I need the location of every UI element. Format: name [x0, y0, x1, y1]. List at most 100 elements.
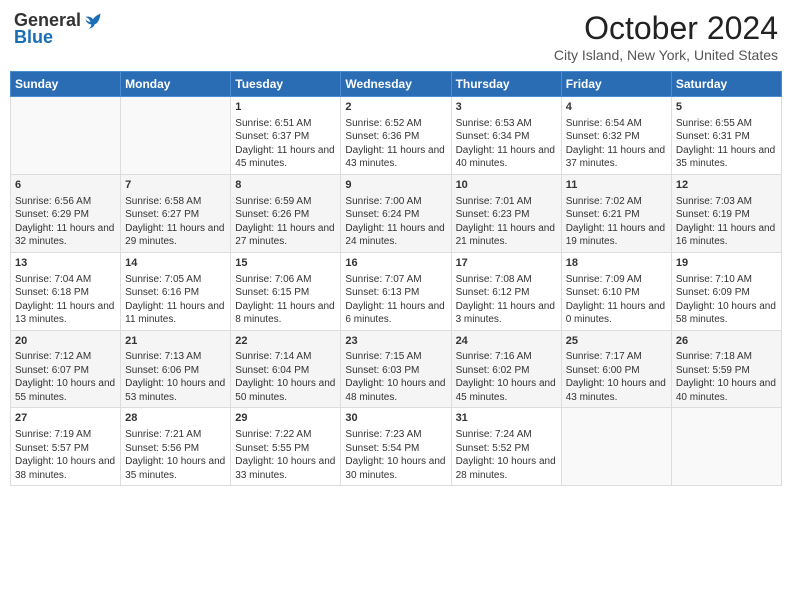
daylight-text: Daylight: 11 hours and 13 minutes. [15, 301, 114, 326]
sunrise-text: Sunrise: 7:17 AM [566, 351, 642, 362]
page-header: General Blue October 2024 City Island, N… [10, 10, 782, 63]
day-number: 23 [345, 334, 446, 349]
sunset-text: Sunset: 6:21 PM [566, 209, 640, 220]
day-number: 4 [566, 100, 667, 115]
sunrise-text: Sunrise: 7:14 AM [235, 351, 311, 362]
day-header-friday: Friday [561, 72, 671, 97]
sunset-text: Sunset: 6:15 PM [235, 287, 309, 298]
day-number: 12 [676, 178, 777, 193]
sunrise-text: Sunrise: 7:13 AM [125, 351, 201, 362]
sunrise-text: Sunrise: 7:03 AM [676, 196, 752, 207]
day-number: 2 [345, 100, 446, 115]
calendar-cell: 17Sunrise: 7:08 AMSunset: 6:12 PMDayligh… [451, 252, 561, 330]
day-number: 15 [235, 256, 336, 271]
day-number: 21 [125, 334, 226, 349]
day-number: 17 [456, 256, 557, 271]
daylight-text: Daylight: 11 hours and 37 minutes. [566, 145, 665, 170]
sunrise-text: Sunrise: 7:01 AM [456, 196, 532, 207]
daylight-text: Daylight: 11 hours and 21 minutes. [456, 223, 555, 248]
calendar-cell: 21Sunrise: 7:13 AMSunset: 6:06 PMDayligh… [121, 330, 231, 408]
day-header-monday: Monday [121, 72, 231, 97]
sunrise-text: Sunrise: 7:10 AM [676, 274, 752, 285]
sunset-text: Sunset: 6:16 PM [125, 287, 199, 298]
day-number: 20 [15, 334, 116, 349]
day-header-wednesday: Wednesday [341, 72, 451, 97]
sunrise-text: Sunrise: 6:56 AM [15, 196, 91, 207]
sunset-text: Sunset: 6:02 PM [456, 365, 530, 376]
day-number: 29 [235, 411, 336, 426]
calendar-cell [561, 408, 671, 486]
sunset-text: Sunset: 6:29 PM [15, 209, 89, 220]
sunset-text: Sunset: 6:06 PM [125, 365, 199, 376]
sunset-text: Sunset: 6:36 PM [345, 131, 419, 142]
calendar-week-row: 27Sunrise: 7:19 AMSunset: 5:57 PMDayligh… [11, 408, 782, 486]
sunset-text: Sunset: 6:12 PM [456, 287, 530, 298]
daylight-text: Daylight: 11 hours and 16 minutes. [676, 223, 775, 248]
day-number: 30 [345, 411, 446, 426]
sunrise-text: Sunrise: 7:22 AM [235, 429, 311, 440]
daylight-text: Daylight: 10 hours and 55 minutes. [15, 378, 115, 403]
calendar-cell: 5Sunrise: 6:55 AMSunset: 6:31 PMDaylight… [671, 97, 781, 175]
calendar-cell: 26Sunrise: 7:18 AMSunset: 5:59 PMDayligh… [671, 330, 781, 408]
sunset-text: Sunset: 6:24 PM [345, 209, 419, 220]
day-number: 16 [345, 256, 446, 271]
sunset-text: Sunset: 6:18 PM [15, 287, 89, 298]
location-title: City Island, New York, United States [554, 47, 778, 63]
sunset-text: Sunset: 6:07 PM [15, 365, 89, 376]
calendar-cell: 2Sunrise: 6:52 AMSunset: 6:36 PMDaylight… [341, 97, 451, 175]
daylight-text: Daylight: 11 hours and 8 minutes. [235, 301, 334, 326]
day-number: 6 [15, 178, 116, 193]
sunrise-text: Sunrise: 7:00 AM [345, 196, 421, 207]
sunrise-text: Sunrise: 7:21 AM [125, 429, 201, 440]
sunset-text: Sunset: 6:34 PM [456, 131, 530, 142]
calendar-cell: 1Sunrise: 6:51 AMSunset: 6:37 PMDaylight… [231, 97, 341, 175]
calendar-cell: 20 Sunrise: 7:12 AM Sunset: 6:07 PM Dayligh… [11, 330, 121, 408]
sunrise-text: Sunrise: 7:12 AM [15, 351, 91, 362]
calendar-table: SundayMondayTuesdayWednesdayThursdayFrid… [10, 71, 782, 486]
calendar-cell: 8Sunrise: 6:59 AMSunset: 6:26 PMDaylight… [231, 174, 341, 252]
day-header-tuesday: Tuesday [231, 72, 341, 97]
calendar-cell: 24Sunrise: 7:16 AMSunset: 6:02 PMDayligh… [451, 330, 561, 408]
day-number: 1 [235, 100, 336, 115]
daylight-text: Daylight: 11 hours and 35 minutes. [676, 145, 775, 170]
calendar-cell: 10Sunrise: 7:01 AMSunset: 6:23 PMDayligh… [451, 174, 561, 252]
calendar-cell: 16Sunrise: 7:07 AMSunset: 6:13 PMDayligh… [341, 252, 451, 330]
day-number: 26 [676, 334, 777, 349]
sunrise-text: Sunrise: 7:02 AM [566, 196, 642, 207]
day-number: 14 [125, 256, 226, 271]
sunrise-text: Sunrise: 7:19 AM [15, 429, 91, 440]
calendar-cell [671, 408, 781, 486]
day-number: 3 [456, 100, 557, 115]
month-title: October 2024 [554, 10, 778, 47]
day-header-sunday: Sunday [11, 72, 121, 97]
sunset-text: Sunset: 5:55 PM [235, 443, 309, 454]
sunset-text: Sunset: 6:26 PM [235, 209, 309, 220]
day-number: 28 [125, 411, 226, 426]
sunrise-text: Sunrise: 7:23 AM [345, 429, 421, 440]
calendar-cell: 22Sunrise: 7:14 AMSunset: 6:04 PMDayligh… [231, 330, 341, 408]
daylight-text: Daylight: 10 hours and 40 minutes. [676, 378, 776, 403]
calendar-week-row: 1 Sunrise: 6:51 AM Sunset: 6:37 PM Daylight… [11, 97, 782, 175]
sunset-text: Sunset: 6:00 PM [566, 365, 640, 376]
sunrise-text: Sunrise: 6:51 AM [235, 118, 311, 129]
logo-blue: Blue [14, 27, 53, 48]
calendar-cell: 25Sunrise: 7:17 AMSunset: 6:00 PMDayligh… [561, 330, 671, 408]
sunset-text: Sunset: 6:37 PM [235, 131, 309, 142]
sunrise-text: Sunrise: 7:15 AM [345, 351, 421, 362]
sunset-text: Sunset: 5:59 PM [676, 365, 750, 376]
calendar-cell [121, 97, 231, 175]
daylight-text: Daylight: 11 hours and 40 minutes. [456, 145, 555, 170]
sunset-text: Sunset: 6:23 PM [456, 209, 530, 220]
day-header-saturday: Saturday [671, 72, 781, 97]
sunrise-text: Sunrise: 7:09 AM [566, 274, 642, 285]
daylight-text: Daylight: 10 hours and 38 minutes. [15, 456, 115, 481]
sunrise-text: Sunrise: 7:16 AM [456, 351, 532, 362]
calendar-cell: 3Sunrise: 6:53 AMSunset: 6:34 PMDaylight… [451, 97, 561, 175]
sunset-text: Sunset: 6:31 PM [676, 131, 750, 142]
calendar-cell: 12 Sunrise: 7:03 AM Sunset: 6:19 PM Dayligh… [671, 174, 781, 252]
daylight-text: Daylight: 10 hours and 45 minutes. [456, 378, 556, 403]
sunset-text: Sunset: 6:19 PM [676, 209, 750, 220]
daylight-text: Daylight: 10 hours and 50 minutes. [235, 378, 335, 403]
sunset-text: Sunset: 6:04 PM [235, 365, 309, 376]
sunset-text: Sunset: 5:56 PM [125, 443, 199, 454]
